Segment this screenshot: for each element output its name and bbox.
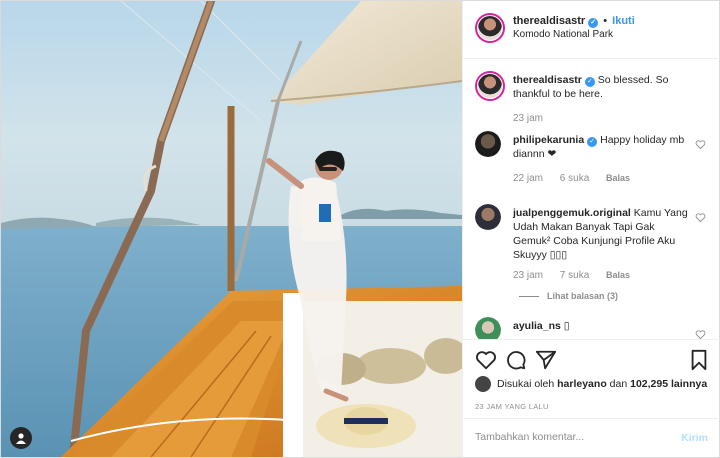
- caption-text: therealdisastr ✓ So blessed. So thankful …: [513, 73, 693, 101]
- send-comment-button[interactable]: Kirim: [681, 432, 708, 444]
- comment-text: jualpenggemuk.original Kamu Yang Udah Ma…: [513, 206, 693, 262]
- commenter-avatar[interactable]: [475, 317, 501, 339]
- comment-text: philipekarunia ✓ Happy holiday mb diannn …: [513, 133, 693, 161]
- caption-meta: 23 jam: [513, 113, 557, 124]
- comment-text: ayulia_ns ▯: [513, 319, 693, 333]
- comment-meta: 22 jam 6 suka Balas: [513, 173, 644, 184]
- heart-icon[interactable]: [695, 329, 706, 339]
- comment-body: ▯: [563, 320, 570, 332]
- caption-username[interactable]: therealdisastr: [513, 74, 582, 86]
- author-avatar[interactable]: [475, 13, 505, 43]
- bookmark-icon[interactable]: [688, 349, 710, 371]
- heart-icon[interactable]: [695, 212, 706, 223]
- boat-photo-illustration: [1, 1, 462, 457]
- liked-by-connector: dan: [609, 378, 628, 390]
- liked-by-others[interactable]: 102,295 lainnya: [630, 378, 707, 390]
- comments-list[interactable]: therealdisastr ✓ So blessed. So thankful …: [463, 59, 720, 339]
- liked-by-user[interactable]: harleyano: [557, 378, 607, 390]
- liked-by-prefix: Disukai oleh: [497, 378, 555, 390]
- comment-username[interactable]: philipekarunia: [513, 134, 584, 146]
- commenter-avatar[interactable]: [475, 131, 501, 157]
- heart-icon[interactable]: [475, 349, 497, 371]
- reply-button[interactable]: Balas: [606, 173, 630, 183]
- comment-input[interactable]: [475, 431, 665, 443]
- liker-avatar[interactable]: [475, 376, 491, 392]
- likes-summary: Disukai oleh harleyano dan 102,295 lainn…: [475, 376, 707, 392]
- verified-badge-icon: ✓: [588, 18, 599, 28]
- post-header: therealdisastr ✓ • Ikuti Komodo National …: [463, 1, 720, 59]
- post-sidebar: therealdisastr ✓ • Ikuti Komodo National …: [462, 1, 720, 457]
- comment-icon[interactable]: [505, 349, 527, 371]
- follow-button[interactable]: Ikuti: [612, 15, 635, 27]
- post-timestamp[interactable]: 23 JAM YANG LALU: [475, 402, 549, 411]
- add-comment-bar: Kirim: [463, 418, 720, 457]
- header-separator: •: [603, 15, 608, 27]
- action-bar: [463, 339, 720, 371]
- author-username[interactable]: therealdisastr: [513, 15, 585, 27]
- comment-time[interactable]: 22 jam: [513, 173, 543, 184]
- view-replies-button[interactable]: Lihat balasan (3): [519, 291, 618, 301]
- user-tag-icon[interactable]: [10, 427, 32, 449]
- verified-badge-icon: ✓: [584, 77, 595, 87]
- comment-username[interactable]: ayulia_ns: [513, 320, 561, 332]
- reply-button[interactable]: Balas: [606, 270, 630, 280]
- location-link[interactable]: Komodo National Park: [513, 29, 613, 40]
- post-photo[interactable]: [1, 1, 462, 457]
- comment-meta: 23 jam 7 suka Balas: [513, 270, 644, 281]
- heart-icon[interactable]: [695, 139, 706, 150]
- caption-time[interactable]: 23 jam: [513, 113, 543, 124]
- author-line: therealdisastr ✓ • Ikuti: [513, 15, 635, 28]
- commenter-avatar[interactable]: [475, 204, 501, 230]
- comment-likes[interactable]: 6 suka: [560, 173, 589, 184]
- paper-plane-icon[interactable]: [535, 349, 557, 371]
- comment-time[interactable]: 23 jam: [513, 270, 543, 281]
- comment-username[interactable]: jualpenggemuk.original: [513, 207, 631, 219]
- caption-avatar[interactable]: [475, 71, 505, 101]
- comment-likes[interactable]: 7 suka: [560, 270, 589, 281]
- verified-badge-icon: ✓: [587, 137, 598, 147]
